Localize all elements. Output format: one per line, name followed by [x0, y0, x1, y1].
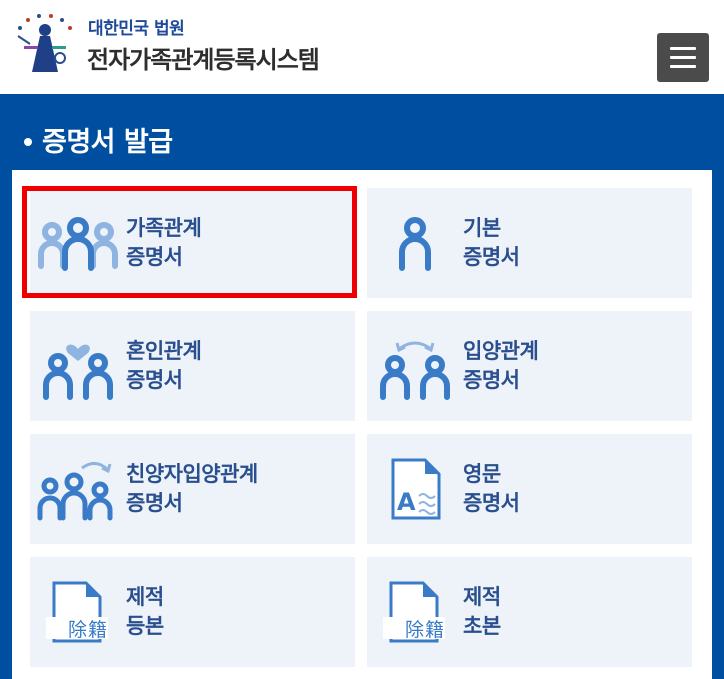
bullet-dot-icon	[24, 137, 32, 146]
svg-text:A: A	[397, 488, 416, 516]
card-label-line2: 증명서	[463, 245, 520, 269]
court-emblem-icon[interactable]	[10, 10, 80, 76]
card-label: 혼인관계 증명서	[126, 337, 202, 395]
panel-title-text: 증명서 발급	[42, 127, 173, 158]
card-label-line2: 증명서	[126, 368, 183, 392]
card-removed-record-certified-copy[interactable]: 除籍 제적 등본	[30, 557, 355, 667]
card-label-line1: 기본	[463, 216, 501, 240]
card-label-line1: 가족관계	[126, 216, 202, 240]
removed-record-icon-text: 除籍	[405, 619, 446, 641]
site-header: 대한민국 법원 전자가족관계등록시스템	[0, 0, 724, 94]
card-label-line1: 친양자입양관계	[126, 462, 258, 486]
card-adoption-relation-certificate[interactable]: 입양관계 증명서	[367, 311, 692, 421]
hamburger-menu-icon	[670, 47, 696, 50]
hamburger-menu-icon-bar	[670, 65, 696, 68]
couple-exchange-icon	[380, 341, 450, 400]
card-label: 입양관계 증명서	[463, 337, 539, 395]
panel-title: 증명서 발급	[24, 120, 173, 159]
card-label: 기본 증명서	[463, 214, 520, 272]
removed-record-icon-text: 除籍	[68, 619, 109, 641]
card-label-line1: 혼인관계	[126, 339, 202, 363]
english-document-icon: A	[391, 458, 441, 520]
card-label-line2: 증명서	[463, 491, 520, 515]
card-family-relation-certificate[interactable]: 가족관계 증명서	[30, 188, 355, 298]
card-label-line1: 제적	[463, 585, 501, 609]
card-label-line1: 입양관계	[463, 339, 539, 363]
site-title[interactable]: 전자가족관계등록시스템	[87, 40, 320, 75]
certificate-grid: 가족관계 증명서 기본 증명서 혼인관계 증명서 입양관계 증명서 친양자입양관…	[12, 170, 712, 679]
card-label: 영문 증명서	[463, 460, 520, 518]
card-label-line2: 증명서	[463, 368, 520, 392]
card-label-line2: 증명서	[126, 491, 183, 515]
card-label-line2: 증명서	[126, 245, 183, 269]
card-label: 친양자입양관계 증명서	[126, 460, 258, 518]
card-label: 가족관계 증명서	[126, 214, 202, 272]
card-full-adoption-relation-certificate[interactable]: 친양자입양관계 증명서	[30, 434, 355, 544]
single-person-icon	[399, 217, 431, 271]
hamburger-menu-icon-bar	[670, 56, 696, 59]
card-label-line1: 제적	[126, 585, 164, 609]
card-label: 제적 초본	[463, 583, 501, 641]
family-group-icon	[38, 217, 118, 271]
card-label-line1: 영문	[463, 462, 501, 486]
card-label: 제적 등본	[126, 583, 164, 641]
certificate-issuance-panel: 증명서 발급 가족관계 증명서 기본 증명서 혼인관계 증명서 입양관계 증명서…	[0, 94, 724, 679]
court-name: 대한민국 법원	[88, 19, 185, 39]
family-exchange-icon	[37, 462, 113, 521]
card-marriage-relation-certificate[interactable]: 혼인관계 증명서	[30, 311, 355, 421]
card-english-certificate[interactable]: A 영문 증명서	[367, 434, 692, 544]
hamburger-menu-button[interactable]	[657, 33, 709, 82]
couple-heart-icon	[43, 344, 113, 400]
card-basic-certificate[interactable]: 기본 증명서	[367, 188, 692, 298]
card-removed-record-abstract[interactable]: 除籍 제적 초본	[367, 557, 692, 667]
card-label-line2: 초본	[463, 614, 501, 638]
card-label-line2: 등본	[126, 614, 164, 638]
